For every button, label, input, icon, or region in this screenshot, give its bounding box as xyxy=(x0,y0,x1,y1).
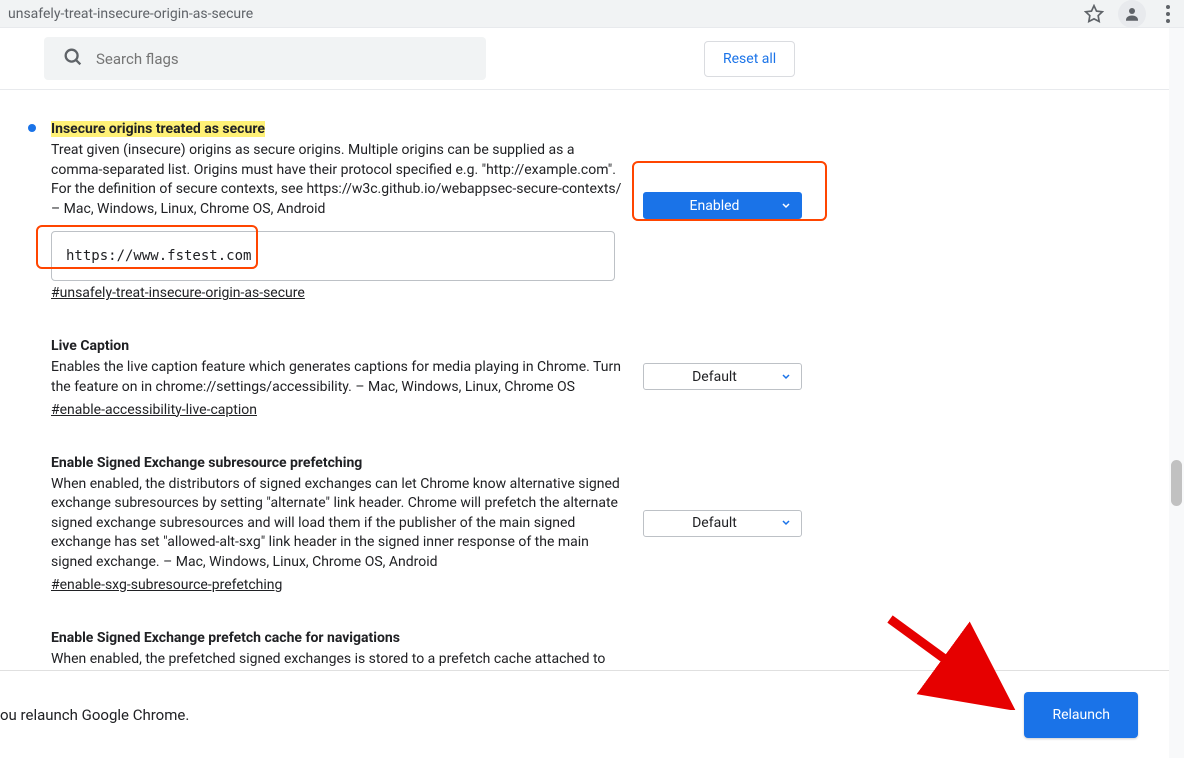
flag-item: Live Caption Enables the live caption fe… xyxy=(28,335,1184,417)
flag-select-wrap: Default xyxy=(643,510,802,537)
flag-state-select[interactable]: Enabled xyxy=(643,192,802,219)
scrollbar-track[interactable] xyxy=(1169,28,1184,758)
flag-anchor-link[interactable]: #enable-sxg-subresource-prefetching xyxy=(51,577,282,593)
relaunch-bar: ou relaunch Google Chrome. Relaunch xyxy=(0,670,1184,758)
browser-omnibox-bar: unsafely-treat-insecure-origin-as-secure xyxy=(0,0,1184,28)
flag-title: Insecure origins treated as secure xyxy=(51,121,265,137)
flag-item: Insecure origins treated as secure Treat… xyxy=(28,118,1184,301)
flag-description: Enables the live caption feature which g… xyxy=(51,358,627,397)
flag-input-wrap xyxy=(51,231,615,281)
flag-description: When enabled, the distributors of signed… xyxy=(51,475,627,573)
flags-content: Insecure origins treated as secure Treat… xyxy=(0,90,1184,684)
secure-origins-input[interactable] xyxy=(51,231,615,281)
flag-title: Live Caption xyxy=(51,338,129,354)
flag-text-block: Insecure origins treated as secure Treat… xyxy=(51,118,627,301)
profile-avatar-icon[interactable] xyxy=(1118,0,1146,28)
relaunch-button[interactable]: Relaunch xyxy=(1024,692,1138,738)
flag-select-wrap: Enabled xyxy=(643,192,802,219)
search-flags-box[interactable] xyxy=(44,37,486,80)
omnibox-icons xyxy=(1084,0,1176,28)
relaunch-message: ou relaunch Google Chrome. xyxy=(0,706,189,724)
search-icon xyxy=(62,46,84,72)
flag-title: Enable Signed Exchange subresource prefe… xyxy=(51,455,362,471)
flags-header: Reset all xyxy=(0,28,1184,90)
flag-select-wrap: Default xyxy=(643,363,802,390)
reset-all-button[interactable]: Reset all xyxy=(704,41,795,77)
flag-anchor-link[interactable]: #enable-accessibility-live-caption xyxy=(51,402,257,418)
flag-anchor-link[interactable]: #unsafely-treat-insecure-origin-as-secur… xyxy=(51,285,305,301)
bookmark-star-icon[interactable] xyxy=(1084,4,1104,24)
omnibox-url[interactable]: unsafely-treat-insecure-origin-as-secure xyxy=(8,6,1084,22)
flag-description: Treat given (insecure) origins as secure… xyxy=(51,141,627,219)
scrollbar-thumb[interactable] xyxy=(1171,460,1182,506)
flag-modified-dot-icon xyxy=(28,124,36,132)
flag-state-select[interactable]: Default xyxy=(643,363,802,390)
browser-menu-icon[interactable] xyxy=(1160,5,1176,23)
flag-title: Enable Signed Exchange prefetch cache fo… xyxy=(51,630,400,646)
search-input[interactable] xyxy=(96,50,468,68)
flag-item: Enable Signed Exchange subresource prefe… xyxy=(28,452,1184,593)
flag-text-block: Live Caption Enables the live caption fe… xyxy=(51,335,627,417)
flag-text-block: Enable Signed Exchange subresource prefe… xyxy=(51,452,627,593)
flag-state-select[interactable]: Default xyxy=(643,510,802,537)
